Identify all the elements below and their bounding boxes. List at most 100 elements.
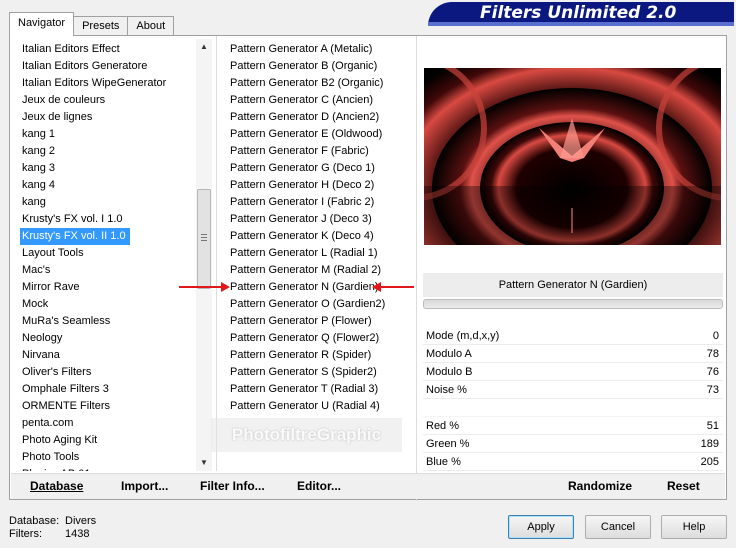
scroll-thumb[interactable] [197,189,211,289]
param-label: Modulo B [426,366,473,378]
filter-item[interactable]: Pattern Generator Q (Flower2) [228,330,398,347]
category-item[interactable]: Italian Editors Effect [20,41,196,58]
category-item[interactable]: Italian Editors WipeGenerator [20,75,196,92]
category-item[interactable]: kang 4 [20,177,196,194]
filters-status-value: 1438 [65,528,90,540]
category-item[interactable]: Photo Aging Kit [20,432,196,449]
category-scrollbar[interactable]: ▲ ▼ [196,39,212,471]
category-item[interactable]: kang 1 [20,126,196,143]
param-slider[interactable]: Modulo A 78 [423,345,723,363]
category-item[interactable]: Layout Tools [20,245,196,262]
param-slider[interactable]: Modulo B 76 [423,363,723,381]
filter-item[interactable]: Pattern Generator S (Spider2) [228,364,398,381]
filters-status-label: Filters: [9,528,42,540]
filter-item[interactable]: Pattern Generator K (Deco 4) [228,228,398,245]
watermark: PhotofiltreGraphic [211,418,402,452]
reset-label: Reset [667,479,700,493]
category-item[interactable]: kang 3 [20,160,196,177]
filter-item[interactable]: Pattern Generator G (Deco 1) [228,160,398,177]
param-label: Modulo A [426,348,472,360]
cancel-button[interactable]: Cancel [585,515,651,539]
filter-item[interactable]: Pattern Generator L (Radial 1) [228,245,398,262]
tab-presets[interactable]: Presets [73,16,129,36]
status-area: Database: Divers Filters: 1438 [9,515,96,541]
param-slider[interactable]: Noise % 73 [423,381,723,399]
category-item[interactable]: Mock [20,296,196,313]
filter-item[interactable]: Pattern Generator E (Oldwood) [228,126,398,143]
param-slider[interactable]: Red % 51 [423,417,723,435]
tab-navigator[interactable]: Navigator [9,12,75,36]
category-item[interactable]: Oliver's Filters [20,364,196,381]
tab-about[interactable]: About [127,16,175,36]
editor-button[interactable]: Editor... [297,479,341,493]
tab-bar: Navigator Presets About [9,12,175,36]
category-item[interactable]: kang 2 [20,143,196,160]
param-label: Mode (m,d,x,y) [426,330,500,342]
filter-header: Pattern Generator N (Gardien) [423,273,723,309]
filter-item[interactable]: Pattern Generator O (Gardien2) [228,296,398,313]
filter-info-label: Filter Info... [200,479,265,493]
param-value: 205 [700,456,719,468]
filter-info-button[interactable]: Filter Info... [200,479,265,493]
filter-item[interactable]: Pattern Generator J (Deco 3) [228,211,398,228]
help-button[interactable]: Help [661,515,727,539]
category-item[interactable]: Krusty's FX vol. II 1.0 [20,228,130,245]
parameter-sliders: Mode (m,d,x,y) 0 Modulo A 78 Modulo B 76 Noise… [423,327,723,471]
filter-item[interactable]: Pattern Generator A (Metalic) [228,41,398,58]
filter-list[interactable]: Pattern Generator A (Metalic) Pattern Gen… [228,41,398,415]
progress-bar [423,299,723,309]
param-label: Blue % [426,456,461,468]
category-item[interactable]: Plugins AB 01 [20,466,196,471]
param-value: 73 [706,384,719,396]
param-slider[interactable]: Mode (m,d,x,y) 0 [423,327,723,345]
brand-title: Filters Unlimited 2.0 [480,3,677,23]
filter-item[interactable]: Pattern Generator I (Fabric 2) [228,194,398,211]
randomize-button[interactable]: Randomize [568,479,632,493]
filter-item[interactable]: Pattern Generator B2 (Organic) [228,75,398,92]
category-item[interactable]: Jeux de lignes [20,109,196,126]
category-item[interactable]: Neology [20,330,196,347]
category-item[interactable]: ORMENTE Filters [20,398,196,415]
filter-item[interactable]: Pattern Generator U (Radial 4) [228,398,398,415]
param-label: Noise % [426,384,467,396]
param-slider[interactable]: Blue % 205 [423,453,723,471]
category-item[interactable]: Nirvana [20,347,196,364]
filter-item[interactable]: Pattern Generator P (Flower) [228,313,398,330]
filter-item[interactable]: Pattern Generator F (Fabric) [228,143,398,160]
randomize-label: Randomize [568,479,633,493]
category-item[interactable]: Mirror Rave [20,279,196,296]
filter-item[interactable]: Pattern Generator T (Radial 3) [228,381,398,398]
param-slider[interactable]: Green % 189 [423,435,723,453]
category-item[interactable]: Mac's [20,262,196,279]
filter-item[interactable]: Pattern Generator M (Radial 2) [228,262,398,279]
brand-banner: Filters Unlimited 2.0 [428,2,734,26]
filter-item[interactable]: Pattern Generator C (Ancien) [228,92,398,109]
arrow-right-icon [179,282,230,292]
param-label: Red % [426,420,460,432]
category-item[interactable]: Krusty's FX vol. I 1.0 [20,211,196,228]
param-spacer [423,399,723,417]
import-label: Import... [121,479,169,493]
apply-button[interactable]: Apply [508,515,574,539]
column-divider [416,36,417,501]
category-item[interactable]: Omphale Filters 3 [20,381,196,398]
arrow-left-icon [372,282,414,292]
scroll-down-icon[interactable]: ▼ [196,455,212,471]
category-item[interactable]: penta.com [20,415,196,432]
filter-item[interactable]: Pattern Generator H (Deco 2) [228,177,398,194]
category-item[interactable]: Italian Editors Generatore [20,58,196,75]
scroll-up-icon[interactable]: ▲ [196,39,212,55]
import-button[interactable]: Import... [121,479,168,493]
filter-item[interactable]: Pattern Generator D (Ancien2) [228,109,398,126]
filter-item[interactable]: Pattern Generator B (Organic) [228,58,398,75]
preview-artwork [424,68,721,245]
param-value: 78 [706,348,719,360]
reset-button[interactable]: Reset [667,479,700,493]
category-list[interactable]: Italian Editors Effect Italian Editors Ge… [20,41,196,471]
category-item[interactable]: MuRa's Seamless [20,313,196,330]
category-item[interactable]: Photo Tools [20,449,196,466]
category-item[interactable]: Jeux de couleurs [20,92,196,109]
category-item[interactable]: kang [20,194,196,211]
database-button[interactable]: Database [30,479,83,493]
filter-item[interactable]: Pattern Generator R (Spider) [228,347,398,364]
